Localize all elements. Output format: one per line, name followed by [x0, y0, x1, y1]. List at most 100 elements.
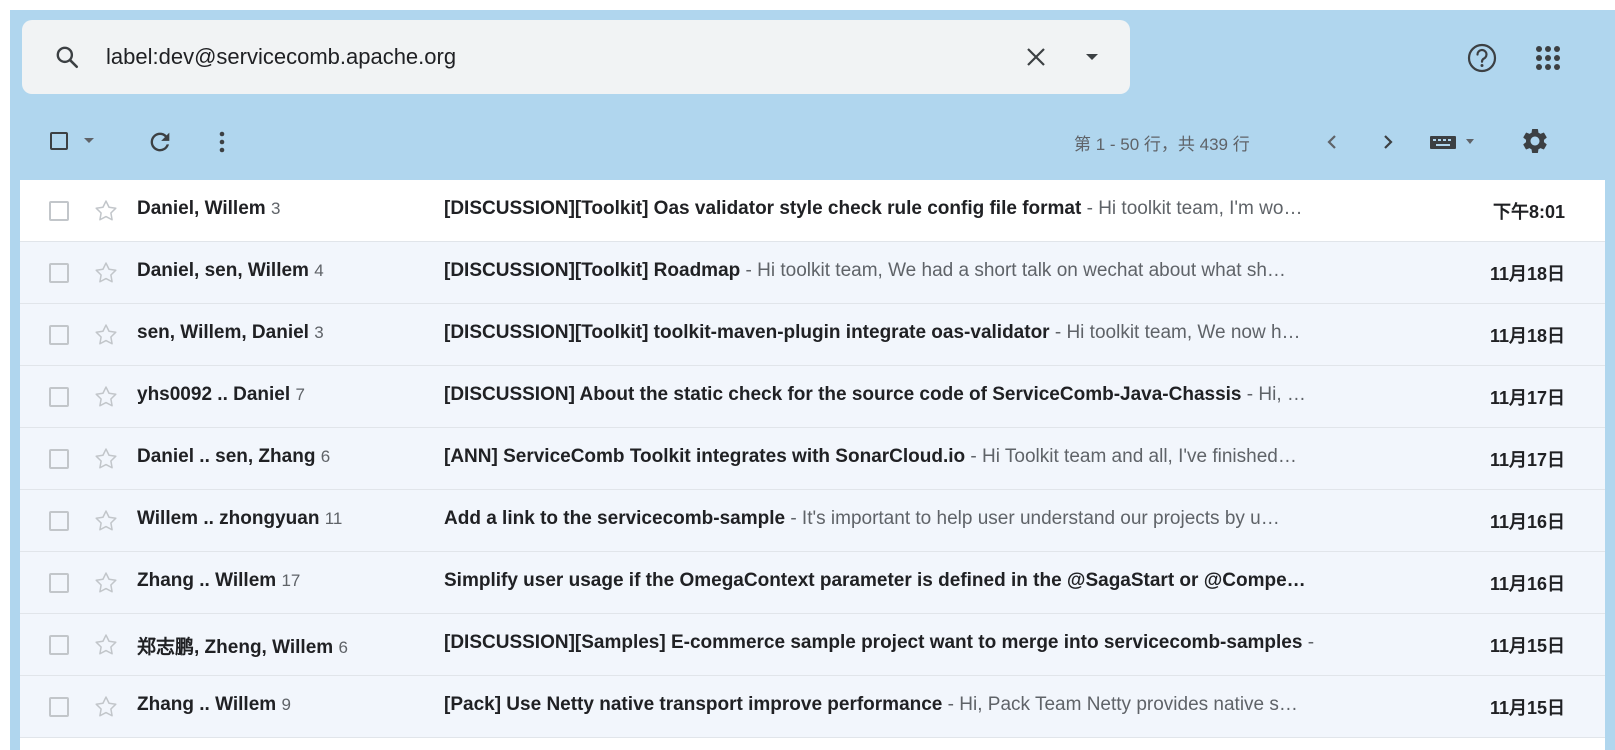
thread-subject-line: [Pack] Use Netty native transport improv…: [444, 694, 1399, 716]
thread-subject: [ANN] ServiceComb Toolkit integrates wit…: [444, 446, 966, 467]
thread-date: 11月16日: [1489, 574, 1565, 594]
thread-checkbox[interactable]: [49, 573, 69, 593]
mail-app: 第 1 - 50 行，共 439 行 Daniel, Willem 3 [DISC…: [10, 10, 1615, 750]
thread-checkbox[interactable]: [49, 697, 69, 717]
thread-count: 9: [281, 695, 291, 714]
sender-names: Daniel: [137, 198, 195, 219]
thread-date: 11月16日: [1489, 512, 1565, 532]
thread-senders: Daniel, Willem 3: [137, 198, 437, 220]
thread-subject: [DISCUSSION][Toolkit] Oas validator styl…: [444, 198, 1082, 219]
thread-senders: Zhang .. Willem 17: [137, 570, 437, 592]
star-icon[interactable]: [92, 445, 120, 473]
thread-subject: [Pack] Use Netty native transport improv…: [444, 694, 943, 715]
thread-senders: Zhang .. Willem 9: [137, 694, 437, 716]
thread-count: 6: [320, 447, 331, 466]
select-dropdown-arrow-icon[interactable]: [84, 138, 94, 143]
star-icon[interactable]: [92, 321, 120, 349]
thread-snippet: - Hi toolkit team, I'm wo…: [1081, 198, 1303, 219]
thread-checkbox[interactable]: [49, 325, 69, 345]
thread-senders: yhs0092 .. Daniel 7: [137, 384, 437, 406]
star-icon[interactable]: [92, 569, 120, 597]
sender-names: 郑志鹏, Zheng, Willem: [137, 637, 334, 658]
search-input[interactable]: [104, 36, 1018, 78]
mail-toolbar: 第 1 - 50 行，共 439 行: [22, 106, 1615, 178]
sender-names: Daniel .. sen, Zhang: [137, 446, 316, 467]
thread-count: 3: [270, 199, 281, 218]
pagination-text: 第 1 - 50 行，共 439 行: [1074, 135, 1250, 154]
star-icon[interactable]: [92, 197, 120, 225]
thread-snippet: - Hi, Pack Team Netty provides native s…: [942, 694, 1298, 715]
help-icon[interactable]: [1464, 40, 1500, 76]
thread-date: 下午8:01: [1492, 202, 1565, 222]
thread-row[interactable]: Zhang .. Willem 9 [Pack] Use Netty native…: [20, 676, 1605, 738]
thread-row[interactable]: Willem .. zhongyuan 11 Add a link to the …: [20, 490, 1605, 552]
apps-grid-icon[interactable]: [1530, 40, 1566, 76]
star-icon[interactable]: [92, 507, 120, 535]
thread-subject-line: Add a link to the servicecomb-sample - I…: [444, 508, 1399, 530]
thread-subject-line: [ANN] ServiceComb Toolkit integrates wit…: [444, 446, 1399, 468]
thread-subject: [DISCUSSION][Toolkit] Roadmap: [444, 260, 741, 281]
search-bar: [22, 20, 1130, 94]
thread-row[interactable]: Daniel .. sen, Zhang 6 [ANN] ServiceComb …: [20, 428, 1605, 490]
thread-snippet: - Hi Toolkit team and all, I've finished…: [965, 446, 1297, 467]
search-options-dropdown-icon[interactable]: [1074, 39, 1110, 75]
thread-subject-line: [DISCUSSION][Toolkit] toolkit-maven-plug…: [444, 322, 1399, 344]
refresh-icon[interactable]: [146, 128, 174, 156]
thread-checkbox[interactable]: [49, 387, 69, 407]
star-icon[interactable]: [92, 693, 120, 721]
thread-senders: Willem .. zhongyuan 11: [137, 508, 437, 530]
thread-count: 17: [281, 571, 301, 590]
thread-snippet: - Hi, …: [1241, 384, 1306, 405]
thread-snippet: - Hi toolkit team, We had a short talk o…: [740, 260, 1286, 281]
thread-checkbox[interactable]: [49, 263, 69, 283]
star-icon[interactable]: [92, 383, 120, 411]
thread-row[interactable]: Daniel, sen, Willem 4 [DISCUSSION][Toolki…: [20, 242, 1605, 304]
sender-names: Willem .. zhongyuan: [137, 508, 320, 529]
thread-date: 11月15日: [1489, 636, 1565, 656]
chevron-right-icon[interactable]: [1374, 128, 1402, 156]
thread-count: 7: [295, 385, 305, 404]
thread-count: 3: [314, 323, 324, 342]
thread-subject-line: [DISCUSSION][Toolkit] Roadmap - Hi toolk…: [444, 260, 1399, 282]
thread-snippet: -: [1302, 632, 1315, 653]
select-all-checkbox[interactable]: [50, 132, 68, 150]
thread-checkbox[interactable]: [49, 449, 69, 469]
chevron-left-icon[interactable]: [1318, 128, 1346, 156]
thread-row[interactable]: yhs0092 .. Daniel 7 [DISCUSSION] About th…: [20, 366, 1605, 428]
thread-date: 11月17日: [1489, 450, 1565, 470]
star-icon[interactable]: [92, 631, 120, 659]
clear-search-icon[interactable]: [1018, 39, 1054, 75]
sender-names: sen, Willem, Daniel: [137, 322, 309, 343]
thread-list: Daniel, Willem 3 [DISCUSSION][Toolkit] Oa…: [20, 180, 1605, 750]
sender-names: Zhang .. Willem: [137, 570, 277, 591]
thread-checkbox[interactable]: [49, 635, 69, 655]
thread-subject: [DISCUSSION] About the static check for …: [444, 384, 1242, 405]
thread-checkbox[interactable]: [49, 511, 69, 531]
sender-names: , Willem: [194, 198, 266, 219]
star-icon[interactable]: [92, 259, 120, 287]
thread-row[interactable]: sen, Willem, Daniel 3 [DISCUSSION][Toolki…: [20, 304, 1605, 366]
thread-subject-line: Simplify user usage if the OmegaContext …: [444, 570, 1399, 592]
sender-names: Zhang .. Willem: [137, 694, 277, 715]
thread-senders: sen, Willem, Daniel 3: [137, 322, 437, 344]
thread-date: 11月18日: [1489, 326, 1565, 346]
gear-icon[interactable]: [1520, 126, 1550, 156]
thread-subject-line: [DISCUSSION][Toolkit] Oas validator styl…: [444, 198, 1399, 220]
thread-count: 6: [338, 638, 348, 657]
thread-subject: Simplify user usage if the OmegaContext …: [444, 570, 1306, 591]
thread-row[interactable]: Daniel, Willem 3 [DISCUSSION][Toolkit] Oa…: [20, 180, 1605, 242]
thread-checkbox[interactable]: [49, 201, 69, 221]
thread-senders: Daniel, sen, Willem 4: [137, 260, 437, 282]
sender-names: Daniel, sen, Willem: [137, 260, 309, 281]
thread-date: 11月18日: [1489, 264, 1565, 284]
thread-row[interactable]: Zhang .. Willem 17 Simplify user usage if…: [20, 552, 1605, 614]
more-vert-icon[interactable]: [212, 128, 232, 156]
search-icon[interactable]: [52, 42, 82, 72]
thread-count: 11: [324, 509, 343, 528]
sender-names: yhs0092 .. Daniel: [137, 384, 291, 405]
thread-row[interactable]: 郑志鹏, Zheng, Willem 6 [DISCUSSION][Samples…: [20, 614, 1605, 676]
thread-snippet: - Hi toolkit team, We now h…: [1049, 322, 1301, 343]
thread-senders: Daniel .. sen, Zhang 6: [137, 446, 437, 468]
keyboard-icon[interactable]: [1430, 132, 1482, 152]
thread-subject: [DISCUSSION][Toolkit] toolkit-maven-plug…: [444, 322, 1050, 343]
